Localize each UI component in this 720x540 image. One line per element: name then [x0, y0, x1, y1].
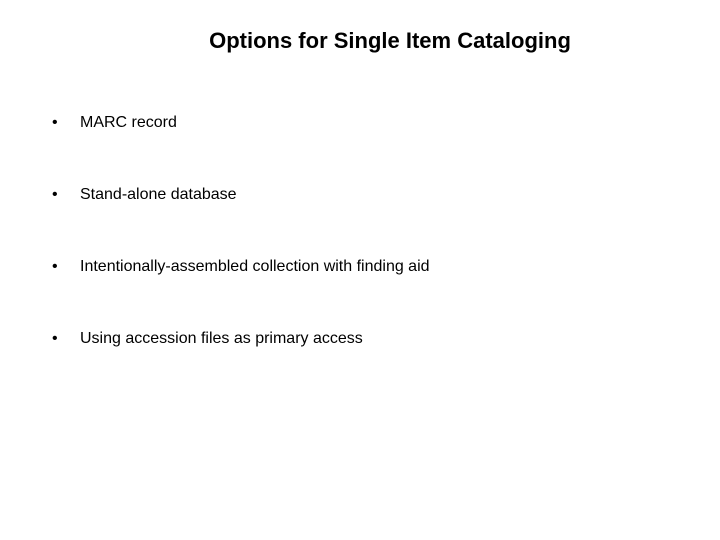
bullet-icon: • — [50, 330, 80, 348]
bullet-text: MARC record — [80, 114, 670, 132]
bullet-list: • MARC record • Stand-alone database • I… — [50, 114, 670, 348]
bullet-icon: • — [50, 114, 80, 132]
bullet-icon: • — [50, 258, 80, 276]
list-item: • Using accession files as primary acces… — [50, 330, 670, 348]
bullet-text: Using accession files as primary access — [80, 330, 670, 348]
list-item: • Intentionally-assembled collection wit… — [50, 258, 670, 276]
bullet-text: Intentionally-assembled collection with … — [80, 258, 670, 276]
list-item: • MARC record — [50, 114, 670, 132]
list-item: • Stand-alone database — [50, 186, 670, 204]
slide: Options for Single Item Cataloging • MAR… — [0, 0, 720, 540]
slide-title: Options for Single Item Cataloging — [110, 28, 670, 54]
bullet-text: Stand-alone database — [80, 186, 670, 204]
bullet-icon: • — [50, 186, 80, 204]
